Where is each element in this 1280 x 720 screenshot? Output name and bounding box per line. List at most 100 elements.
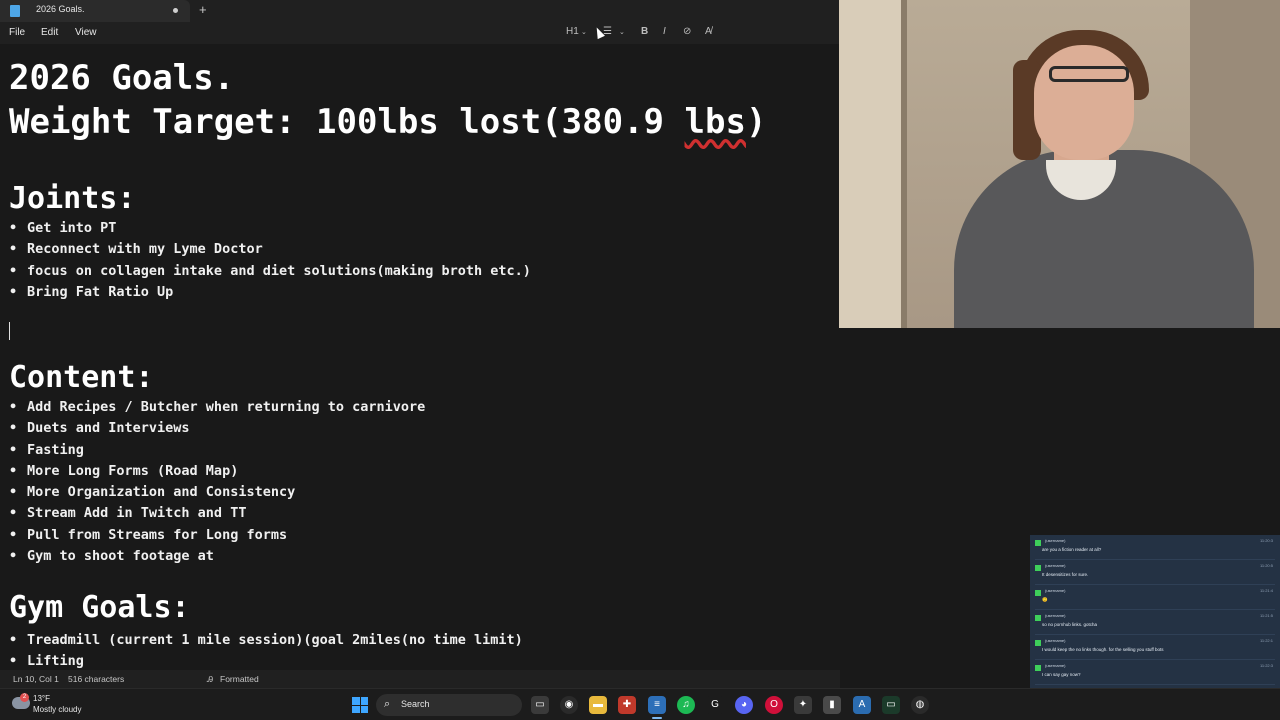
list-item: Lifting xyxy=(9,653,829,670)
chat-username: (username) xyxy=(1045,638,1066,643)
weight-target-text: Weight Target: 100lbs lost(380.9 xyxy=(9,102,685,142)
divider xyxy=(1035,684,1275,685)
kick-icon xyxy=(1035,540,1041,546)
app-icon[interactable]: A xyxy=(853,696,871,714)
spotify-icon[interactable]: ♫ xyxy=(677,696,695,714)
bold-icon[interactable]: B xyxy=(641,26,648,37)
notepad-icon xyxy=(10,5,20,17)
list-item: Get into PT xyxy=(9,220,829,241)
chat-message: (username) 11:22:1 I would keep the no lin… xyxy=(1035,638,1275,662)
weight-target-suffix: ) xyxy=(745,102,767,142)
title-bar: 2026 Goals. + xyxy=(0,0,840,22)
divider xyxy=(1035,609,1275,610)
app-icon[interactable]: ✚ xyxy=(618,696,636,714)
weather-badge: 2 xyxy=(20,693,29,702)
clear-formatting-icon[interactable]: A̸ xyxy=(705,26,712,37)
chat-time: 11:22:3 xyxy=(1259,663,1273,668)
divider xyxy=(1035,659,1275,660)
copilot-icon[interactable]: ◉ xyxy=(560,696,578,714)
obs-icon[interactable]: ◍ xyxy=(911,696,929,714)
menu-bar: File Edit View H1 ⌄ ☰ ⌄ B I ⊘ A̸ xyxy=(0,22,840,44)
gym-goals-heading: Gym Goals: xyxy=(9,590,190,625)
search-label: Search xyxy=(401,699,430,709)
misspelled-word[interactable]: lbs xyxy=(685,102,746,142)
notepad-icon[interactable]: ≡ xyxy=(648,696,666,714)
doc-title: 2026 Goals. xyxy=(9,58,235,98)
search-icon: ⌕ xyxy=(384,698,391,710)
list-item: Treadmill (current 1 mile session)(goal … xyxy=(9,632,829,653)
link-icon[interactable]: ⊘ xyxy=(683,26,691,37)
list-item: Bring Fat Ratio Up xyxy=(9,284,829,305)
chat-text: It desensitizes for sure. xyxy=(1042,572,1089,577)
taskbar-search[interactable]: ⌕ Search xyxy=(376,694,522,716)
chat-message: (username) 11:21:4 🙂 xyxy=(1035,588,1275,612)
chat-text: so no pornhub links. gotcha xyxy=(1042,622,1098,627)
taskbar: 2 13°F Mostly cloudy ⌕ Search ▭ ◉ ▬ ✚ ≡ … xyxy=(0,688,1280,720)
terminal-icon[interactable]: ▭ xyxy=(882,696,900,714)
list-item: More Organization and Consistency xyxy=(9,484,829,505)
joints-list: Get into PT Reconnect with my Lyme Docto… xyxy=(9,220,829,305)
active-app-indicator xyxy=(652,717,662,719)
chat-time: 11:21:5 xyxy=(1259,613,1273,618)
list-item: Add Recipes / Butcher when returning to … xyxy=(9,399,829,420)
chat-username: (username) xyxy=(1045,588,1066,593)
heading-dropdown[interactable]: H1 xyxy=(566,26,579,37)
app-icon[interactable]: ▮ xyxy=(823,696,841,714)
list-item: Duets and Interviews xyxy=(9,420,829,441)
weather-description[interactable]: Mostly cloudy xyxy=(33,705,81,714)
streamer-face xyxy=(1034,45,1134,160)
divider xyxy=(1035,634,1275,635)
new-tab-button[interactable]: + xyxy=(199,2,207,17)
gym-list: Treadmill (current 1 mile session)(goal … xyxy=(9,632,829,670)
divider xyxy=(1035,559,1275,560)
chat-username: (username) xyxy=(1045,663,1066,668)
windows-start-icon[interactable] xyxy=(352,697,368,713)
chat-text: 🙂 xyxy=(1042,597,1048,602)
markdown-icon: Ꭿ xyxy=(207,674,214,684)
kick-icon xyxy=(1035,565,1041,571)
tab-2026-goals[interactable]: 2026 Goals. xyxy=(0,0,190,22)
content-list: Add Recipes / Butcher when returning to … xyxy=(9,399,829,569)
chat-message: (username) 11:22:3 I can say gay now? xyxy=(1035,663,1275,687)
app-icon[interactable]: ✦ xyxy=(794,696,812,714)
character-count: 516 characters xyxy=(68,674,125,684)
format-mode[interactable]: Formatted xyxy=(220,674,259,684)
tab-title: 2026 Goals. xyxy=(36,4,85,14)
list-item: Pull from Streams for Long forms xyxy=(9,527,829,548)
opera-gx-icon[interactable]: O xyxy=(765,696,783,714)
list-item: Stream Add in Twitch and TT xyxy=(9,505,829,526)
status-bar: Ln 10, Col 1 516 characters Ꭿ Formatted xyxy=(0,670,840,688)
file-explorer-icon[interactable]: ▬ xyxy=(589,696,607,714)
document-editor[interactable]: 2026 Goals. Weight Target: 100lbs lost(3… xyxy=(0,44,840,670)
webcam-feed xyxy=(839,0,1280,328)
unsaved-dot-icon[interactable] xyxy=(173,8,178,13)
door-frame xyxy=(901,0,907,328)
list-item: Fasting xyxy=(9,442,829,463)
menu-edit[interactable]: Edit xyxy=(41,27,58,38)
chevron-down-icon[interactable]: ⌄ xyxy=(581,28,587,36)
text-caret xyxy=(9,322,10,340)
kick-icon xyxy=(1035,615,1041,621)
chat-message: (username) 11:20:3 are you a fiction reade… xyxy=(1035,538,1275,562)
kick-icon xyxy=(1035,640,1041,646)
task-view-icon[interactable]: ▭ xyxy=(531,696,549,714)
list-item: Reconnect with my Lyme Doctor xyxy=(9,241,829,262)
chat-text: I would keep the no links though. for th… xyxy=(1042,647,1164,652)
chat-text: are you a fiction reader at all? xyxy=(1042,547,1102,552)
chat-time: 11:21:4 xyxy=(1259,588,1273,593)
menu-view[interactable]: View xyxy=(75,27,97,38)
kick-icon xyxy=(1035,665,1041,671)
g-hub-icon[interactable]: G xyxy=(706,696,724,714)
chat-message: (username) 11:20:5 It desensitizes for sur… xyxy=(1035,563,1275,587)
chevron-down-icon[interactable]: ⌄ xyxy=(619,28,625,36)
weather-temperature[interactable]: 13°F xyxy=(33,694,50,703)
italic-icon[interactable]: I xyxy=(663,26,666,37)
discord-icon[interactable]: ◕ xyxy=(735,696,753,714)
chat-text: I can say gay now? xyxy=(1042,672,1081,677)
menu-file[interactable]: File xyxy=(9,27,25,38)
chat-time: 11:20:3 xyxy=(1259,538,1273,543)
chat-username: (username) xyxy=(1045,563,1066,568)
list-item: Gym to shoot footage at xyxy=(9,548,829,569)
chat-username: (username) xyxy=(1045,538,1066,543)
content-heading: Content: xyxy=(9,360,154,395)
